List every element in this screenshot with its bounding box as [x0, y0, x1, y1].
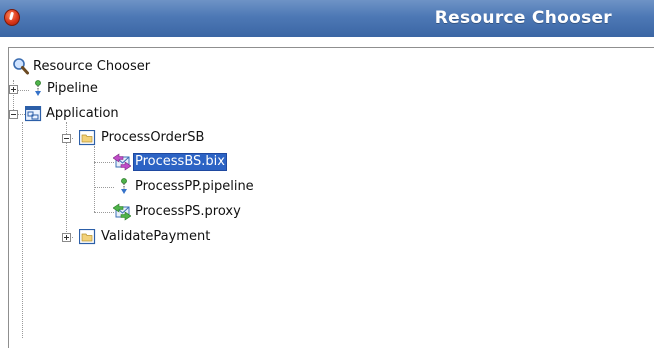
tree-item-validate-payment[interactable]: ValidatePayment: [62, 228, 262, 248]
pipeline-icon: [121, 178, 127, 194]
app-logo-icon: [4, 9, 20, 26]
tree-connector: [94, 212, 114, 213]
tree-item-label: Pipeline: [47, 81, 98, 96]
tree-item-label: ValidatePayment: [101, 229, 211, 244]
tree-item-process-order-sb[interactable]: ProcessOrderSB: [62, 129, 262, 149]
resource-tree[interactable]: Resource Chooser Pipeline Application Pr…: [8, 47, 654, 348]
expand-toggle[interactable]: [62, 233, 71, 242]
tree-item-application[interactable]: Application: [9, 105, 209, 125]
expand-toggle[interactable]: [9, 85, 18, 94]
window-title: Resource Chooser: [434, 8, 612, 28]
title-bar: Resource Chooser: [0, 0, 654, 37]
tree-item-process-bs[interactable]: ProcessBS.bix: [113, 153, 313, 173]
collapse-toggle[interactable]: [62, 134, 71, 143]
application-icon: [25, 106, 42, 122]
tree-item-label: ProcessPP.pipeline: [135, 179, 254, 194]
tree-connector: [94, 146, 95, 212]
folder-icon: [79, 130, 96, 146]
tree-connector: [94, 162, 114, 163]
collapse-toggle[interactable]: [9, 110, 18, 119]
folder-icon: [79, 229, 96, 245]
tree-item-label-selected: ProcessBS.bix: [133, 153, 227, 171]
tree-connector: [94, 187, 114, 188]
tree-item-label: ProcessPS.proxy: [135, 204, 241, 219]
tree-item-label: Application: [46, 106, 119, 121]
tree-root-label: Resource Chooser: [33, 59, 151, 74]
business-service-icon: [113, 153, 131, 171]
search-icon: [13, 58, 29, 75]
pipeline-icon: [35, 80, 41, 96]
tree-item-label: ProcessOrderSB: [101, 130, 205, 145]
tree-item-process-pp[interactable]: ProcessPP.pipeline: [113, 178, 313, 198]
tree-root[interactable]: Resource Chooser: [13, 58, 233, 78]
tree-connector: [22, 122, 23, 338]
tree-item-process-ps[interactable]: ProcessPS.proxy: [113, 203, 313, 223]
tree-item-pipeline[interactable]: Pipeline: [9, 80, 209, 100]
proxy-service-icon: [113, 203, 131, 221]
